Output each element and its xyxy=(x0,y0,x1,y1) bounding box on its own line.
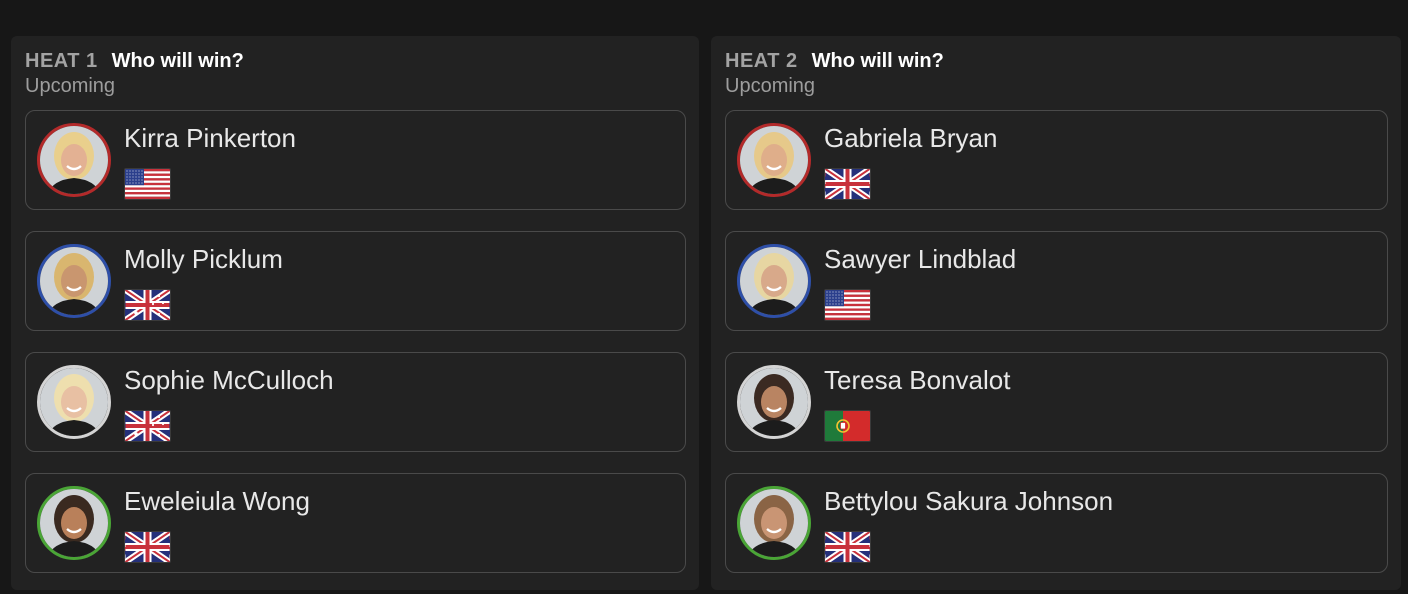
surfer-card[interactable]: Molly Picklum xyxy=(25,231,686,331)
surfer-portrait xyxy=(40,126,108,194)
surfer-avatar xyxy=(737,244,811,318)
surfer-avatar xyxy=(37,244,111,318)
surfer-name: Eweleiula Wong xyxy=(124,486,310,516)
surfer-portrait xyxy=(40,247,108,315)
surfer-portrait xyxy=(40,368,108,436)
hawaii-flag xyxy=(824,168,871,200)
surfer-avatar xyxy=(37,365,111,439)
heat-label: HEAT 2 xyxy=(725,50,798,72)
surfer-card[interactable]: Sawyer Lindblad xyxy=(725,231,1388,331)
usa-flag xyxy=(124,168,171,200)
hawaii-flag xyxy=(124,531,171,563)
surfer-portrait xyxy=(740,126,808,194)
surfer-name: Sophie McCulloch xyxy=(124,365,334,395)
portugal-flag xyxy=(824,410,871,442)
surfer-card[interactable]: Bettylou Sakura Johnson xyxy=(725,473,1388,573)
surfer-list: Gabriela Bryan Sawyer Lindblad Teresa Bo… xyxy=(725,110,1388,594)
heat-question: Who will win? xyxy=(811,50,944,72)
heat-header: HEAT 1 Who will win? Upcoming xyxy=(25,50,244,100)
surfer-avatar xyxy=(37,486,111,560)
surfer-portrait xyxy=(740,368,808,436)
heat-question: Who will win? xyxy=(111,50,244,72)
surfer-name: Molly Picklum xyxy=(124,244,283,274)
surfer-name: Teresa Bonvalot xyxy=(824,365,1011,395)
heat-1-panel: HEAT 1 Who will win? Upcoming Kirra Pinke… xyxy=(11,36,699,590)
surfer-avatar xyxy=(737,123,811,197)
heat-2-panel: HEAT 2 Who will win? Upcoming Gabriela Br… xyxy=(711,36,1401,590)
surfer-card[interactable]: Teresa Bonvalot xyxy=(725,352,1388,452)
surfer-portrait xyxy=(40,489,108,557)
surfer-card[interactable]: Kirra Pinkerton xyxy=(25,110,686,210)
surfer-avatar xyxy=(37,123,111,197)
surfer-name: Sawyer Lindblad xyxy=(824,244,1017,274)
heat-status: Upcoming xyxy=(25,75,116,97)
surfer-avatar xyxy=(737,486,811,560)
surfer-name: Bettylou Sakura Johnson xyxy=(824,486,1114,516)
australia-flag xyxy=(124,410,171,442)
usa-flag xyxy=(824,289,871,321)
surfer-card[interactable]: Eweleiula Wong xyxy=(25,473,686,573)
surfer-avatar xyxy=(737,365,811,439)
heat-status: Upcoming xyxy=(725,75,816,97)
hawaii-flag xyxy=(824,531,871,563)
surfer-card[interactable]: Sophie McCulloch xyxy=(25,352,686,452)
surfer-portrait xyxy=(740,247,808,315)
surfer-name: Kirra Pinkerton xyxy=(124,123,296,153)
australia-flag xyxy=(124,289,171,321)
surfer-portrait xyxy=(740,489,808,557)
surfer-card[interactable]: Gabriela Bryan xyxy=(725,110,1388,210)
surfer-list: Kirra Pinkerton Molly Picklum Sophie McC… xyxy=(25,110,686,594)
heat-header: HEAT 2 Who will win? Upcoming xyxy=(725,50,944,100)
surfer-name: Gabriela Bryan xyxy=(824,123,998,153)
heat-label: HEAT 1 xyxy=(25,50,98,72)
